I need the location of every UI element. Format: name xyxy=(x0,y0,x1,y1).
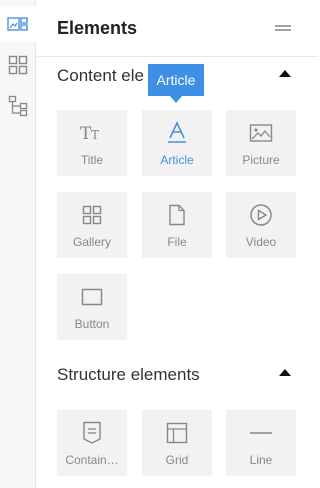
tile-picture[interactable]: Picture xyxy=(226,110,296,176)
tile-article[interactable]: Article xyxy=(142,110,212,176)
tile-line[interactable]: Line xyxy=(226,410,296,476)
tile-label: Video xyxy=(245,235,277,249)
panel-header: Elements xyxy=(37,0,318,57)
tile-label: Title xyxy=(80,153,104,167)
tile-button[interactable]: Button xyxy=(57,274,127,340)
rail-structure-button[interactable] xyxy=(0,88,36,124)
file-icon xyxy=(169,204,185,226)
left-rail xyxy=(0,0,36,488)
picture-icon xyxy=(249,124,273,142)
article-icon xyxy=(168,121,186,143)
tile-video[interactable]: Video xyxy=(226,192,296,258)
panel-title: Elements xyxy=(57,18,138,38)
tile-label: File xyxy=(167,235,187,249)
hamburger-icon[interactable] xyxy=(274,21,292,35)
button-icon xyxy=(81,288,103,306)
elements-icon xyxy=(7,17,28,31)
tree-icon xyxy=(8,95,28,117)
grid-icon xyxy=(166,422,188,444)
rail-layout-button[interactable] xyxy=(0,47,36,83)
svg-text:T: T xyxy=(91,128,99,142)
layout-grid-icon xyxy=(8,55,28,75)
video-icon xyxy=(250,204,272,226)
tile-grid[interactable]: Grid xyxy=(142,410,212,476)
tile-label: Picture xyxy=(242,153,280,167)
caret-up-icon[interactable] xyxy=(278,68,292,78)
line-icon xyxy=(250,432,272,434)
tile-file[interactable]: File xyxy=(142,192,212,258)
article-tooltip: Article xyxy=(148,64,204,96)
content-section-title[interactable]: Content ele xyxy=(57,66,144,86)
container-icon xyxy=(83,421,101,444)
tile-gallery[interactable]: Gallery xyxy=(57,192,127,258)
caret-up-icon[interactable] xyxy=(278,367,292,377)
rail-elements-button[interactable] xyxy=(0,6,36,42)
structure-section-title[interactable]: Structure elements xyxy=(57,365,200,385)
elements-panel: Elements Content ele T T Title Article P… xyxy=(37,0,318,488)
tile-container[interactable]: Contain… xyxy=(57,410,127,476)
tile-label: Contain… xyxy=(65,453,119,467)
tile-label: Button xyxy=(74,317,110,331)
tile-label: Gallery xyxy=(72,235,111,249)
tile-label: Article xyxy=(160,153,194,167)
tile-label: Line xyxy=(249,453,273,467)
title-icon: T T xyxy=(80,124,99,144)
gallery-icon xyxy=(82,205,102,225)
tile-title[interactable]: T T Title xyxy=(57,110,127,176)
tooltip-arrow xyxy=(170,96,182,103)
tile-label: Grid xyxy=(165,453,189,467)
